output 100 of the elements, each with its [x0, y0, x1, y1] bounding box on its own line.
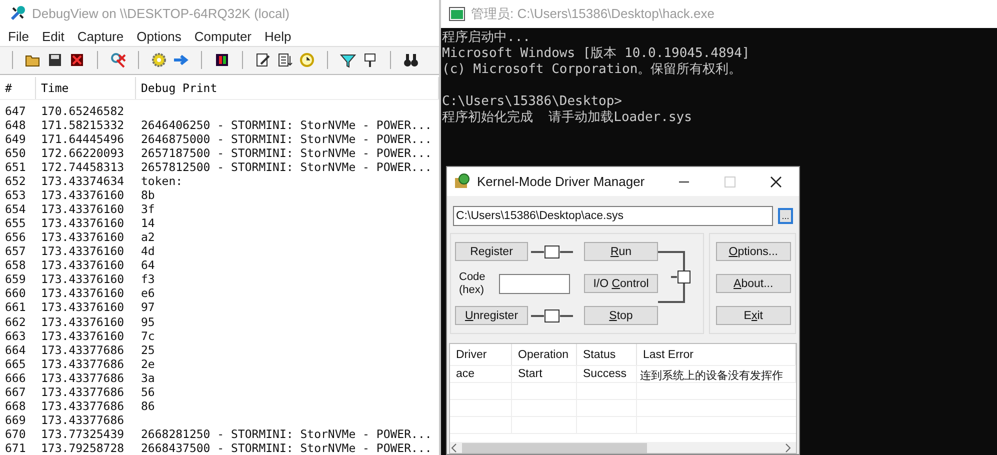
- table-cell: ace: [450, 366, 512, 383]
- debug-text-cell-text: 2657812500 - STORMINI: StorNVMe - POWER...: [140, 160, 433, 174]
- time-cell-text: 173.77325439: [40, 426, 126, 441]
- erase-log-icon[interactable]: [69, 52, 85, 68]
- about-button[interactable]: About...: [716, 274, 791, 293]
- time-cell-text: 173.43376160: [40, 244, 126, 258]
- path-field[interactable]: C:\Users\15386\Desktop\ace.sys: [453, 206, 773, 226]
- console-line: (c) Microsoft Corporation。保留所有权利。: [442, 62, 743, 78]
- menu-item[interactable]: Capture: [77, 28, 124, 44]
- clock-icon[interactable]: [299, 52, 315, 68]
- time-cell-text: 173.79258728: [40, 440, 126, 455]
- menu-item[interactable]: Edit: [42, 28, 64, 44]
- time-cell-text: 173.43376160: [40, 272, 126, 286]
- stop-button[interactable]: Stop: [584, 306, 658, 325]
- code-label: Code (hex): [459, 271, 486, 297]
- row-number: 650: [4, 146, 27, 160]
- row-number: 665: [4, 356, 27, 371]
- table-cell: Start: [512, 366, 577, 383]
- time-cell-text: 171.64445496: [40, 132, 126, 146]
- capture-stop-icon[interactable]: [110, 52, 126, 68]
- row-number: 659: [4, 272, 27, 286]
- time-cell-text: 173.43376160: [40, 202, 126, 216]
- debug-text-cell-text: token:: [140, 174, 184, 188]
- row-number: 652: [4, 174, 27, 188]
- column-header[interactable]: Debug Print: [136, 76, 439, 99]
- binoculars-icon[interactable]: [403, 52, 419, 68]
- row-number: 656: [4, 230, 27, 244]
- time-cell-text: 173.43376160: [40, 286, 126, 300]
- debug-text-cell-text: 8b: [140, 188, 156, 202]
- column-header[interactable]: Time: [36, 76, 136, 99]
- document-scroll-icon[interactable]: [277, 52, 293, 68]
- time-cell-text: 173.43377686: [40, 412, 126, 427]
- time-cell-text: 173.43376160: [40, 230, 126, 244]
- row-number: 651: [4, 160, 27, 174]
- table-cell: Success: [577, 366, 637, 383]
- debug-text-cell-text: 3f: [140, 202, 156, 216]
- row-number: 666: [4, 370, 27, 385]
- console-line: 程序初始化完成 请手动加载Loader.sys: [442, 110, 693, 126]
- time-cell-text: 173.43376160: [40, 314, 126, 329]
- row-number: 663: [4, 328, 27, 343]
- funnel-icon[interactable]: [340, 52, 356, 68]
- time-cell-text: 173.43376160: [40, 300, 126, 314]
- run-button[interactable]: Run: [584, 242, 658, 261]
- column-header[interactable]: Status: [577, 344, 637, 365]
- debug-text-cell-text: 97: [140, 300, 156, 314]
- app-icon: [453, 172, 471, 190]
- row-number: 648: [4, 118, 27, 132]
- io-control-button[interactable]: I/O Control: [584, 274, 658, 293]
- debug-text-cell-text: 7c: [140, 328, 156, 343]
- menu-item[interactable]: Computer: [194, 28, 252, 44]
- debug-text-cell-text: 25: [140, 342, 156, 357]
- browse-button[interactable]: ...: [778, 208, 793, 224]
- menu-item[interactable]: Help: [264, 28, 292, 44]
- window-title: 管理员: C:\Users\15386\Desktop\hack.exe: [471, 5, 714, 23]
- column-header[interactable]: Driver: [450, 344, 512, 365]
- console-line: Microsoft Windows [版本 10.0.19045.4894]: [442, 46, 751, 62]
- debug-text-cell-text: 95: [140, 314, 156, 329]
- row-number: 660: [4, 286, 27, 300]
- debug-text-cell-text: 2668437500 - STORMINI: StorNVMe - POWER...: [140, 440, 433, 455]
- pin-icon[interactable]: [362, 52, 378, 68]
- debug-text-cell-text: 2657187500 - STORMINI: StorNVMe - POWER...: [140, 146, 433, 160]
- menu-item[interactable]: File: [8, 28, 29, 44]
- column-header[interactable]: Operation: [512, 344, 577, 365]
- debug-text-cell-text: 64: [140, 258, 156, 272]
- debug-text-cell-text: 14: [140, 216, 156, 230]
- row-number: 664: [4, 342, 27, 357]
- debug-text-cell-text: e6: [140, 286, 156, 300]
- time-cell-text: 172.74458313: [40, 160, 126, 174]
- scrollbar-thumb[interactable]: [462, 442, 647, 452]
- debug-text-cell-text: 2e: [140, 356, 156, 371]
- row-number: 670: [4, 426, 27, 441]
- row-number: 654: [4, 202, 27, 216]
- debug-text-cell-text: 86: [140, 398, 156, 413]
- console-line: 程序启动中...: [442, 30, 532, 46]
- column-header[interactable]: #: [0, 76, 36, 99]
- unregister-button[interactable]: Unregister: [455, 306, 528, 325]
- film-icon[interactable]: [214, 52, 230, 68]
- row-number: 647: [4, 104, 27, 118]
- row-number: 653: [4, 188, 27, 202]
- exit-button[interactable]: Exit: [716, 306, 791, 325]
- column-header[interactable]: Last Error: [637, 344, 796, 365]
- row-number: 655: [4, 216, 27, 230]
- time-cell-text: 173.43377686: [40, 356, 126, 371]
- document-edit-icon[interactable]: [255, 52, 271, 68]
- menu-item[interactable]: Options: [136, 28, 182, 44]
- debug-text-cell-text: 2646875000 - STORMINI: StorNVMe - POWER...: [140, 132, 433, 146]
- options-button[interactable]: Options...: [716, 242, 791, 261]
- debug-text-cell-text: a2: [140, 230, 156, 244]
- time-cell-text: 171.58215332: [40, 118, 126, 132]
- scroll-right-icon[interactable]: [784, 442, 792, 452]
- scroll-left-icon[interactable]: [450, 442, 458, 452]
- code-field[interactable]: [499, 274, 570, 294]
- row-number: 669: [4, 412, 27, 427]
- register-button[interactable]: Register: [455, 242, 528, 261]
- window-title: DebugView on \\DESKTOP-64RQ32K (local): [32, 6, 290, 21]
- row-number: 661: [4, 300, 27, 314]
- app-icon: [10, 5, 26, 22]
- gear-icon[interactable]: [151, 52, 167, 68]
- row-number: 657: [4, 244, 27, 258]
- time-cell-text: 173.43377686: [40, 398, 126, 413]
